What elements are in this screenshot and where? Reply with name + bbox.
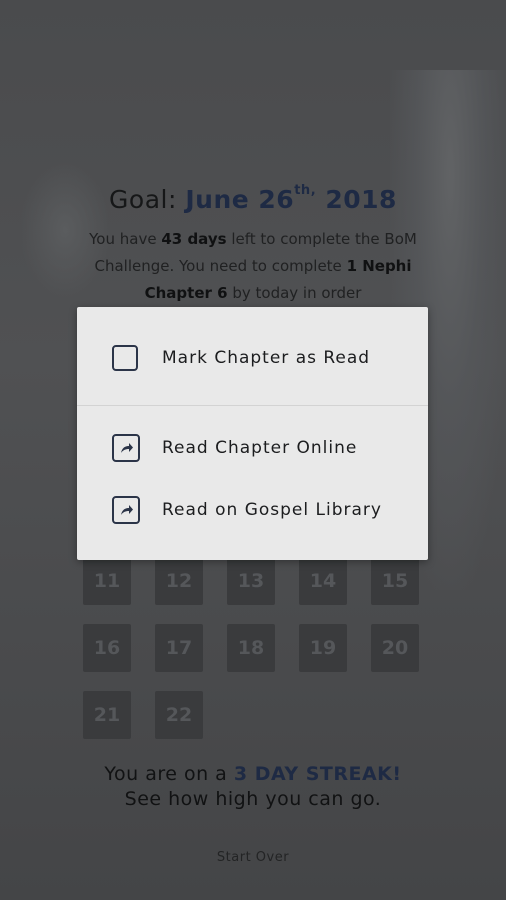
intro-part1: You have xyxy=(89,230,162,248)
days-left: 43 days xyxy=(161,230,227,248)
read-gospel-library-option[interactable]: Read on Gospel Library xyxy=(112,496,382,524)
chapter-cell[interactable]: 12 xyxy=(155,557,203,605)
chapter-cell[interactable]: 16 xyxy=(83,624,131,672)
streak-line1: You are on a 3 DAY STREAK! xyxy=(0,762,506,787)
chapter-cell[interactable]: 17 xyxy=(155,624,203,672)
chapter-cell[interactable]: 22 xyxy=(155,691,203,739)
intro-text: You have 43 days left to complete the Bo… xyxy=(70,226,436,307)
mark-chapter-read-label: Mark Chapter as Read xyxy=(162,348,371,368)
chapter-cell[interactable]: 11 xyxy=(83,557,131,605)
goal-date: June 26th, 2018 xyxy=(185,183,397,214)
read-gospel-library-label: Read on Gospel Library xyxy=(162,500,382,520)
external-link-icon xyxy=(112,496,140,524)
checkbox-empty-icon[interactable] xyxy=(112,345,138,371)
chapter-cell[interactable]: 14 xyxy=(299,557,347,605)
chapter-cell[interactable]: 13 xyxy=(227,557,275,605)
goal-heading: Goal: June 26th, 2018 xyxy=(0,183,506,214)
read-chapter-online-option[interactable]: Read Chapter Online xyxy=(112,434,357,462)
start-over-button[interactable]: Start Over xyxy=(0,850,506,865)
external-link-icon xyxy=(112,434,140,462)
chapter-options-dialog: Mark Chapter as Read Read Chapter Online… xyxy=(77,307,428,560)
streak-message: You are on a 3 DAY STREAK! See how high … xyxy=(0,762,506,812)
chapter-cell[interactable]: 19 xyxy=(299,624,347,672)
goal-year: 2018 xyxy=(316,185,397,214)
goal-day-suffix: th, xyxy=(294,183,317,198)
streak-prefix: You are on a xyxy=(104,763,234,785)
chapter-cell[interactable]: 18 xyxy=(227,624,275,672)
read-chapter-online-label: Read Chapter Online xyxy=(162,438,358,458)
chapter-cell[interactable]: 20 xyxy=(371,624,419,672)
streak-line2: See how high you can go. xyxy=(124,788,382,810)
goal-prefix: Goal: xyxy=(109,185,186,214)
chapter-cell[interactable]: 21 xyxy=(83,691,131,739)
goal-month-day: June 26 xyxy=(185,185,295,214)
streak-count: 3 DAY STREAK! xyxy=(233,763,402,785)
mark-chapter-read-option[interactable]: Mark Chapter as Read xyxy=(112,345,370,371)
intro-part3: by today in order xyxy=(227,284,362,302)
dialog-divider xyxy=(77,405,428,406)
chapter-cell[interactable]: 15 xyxy=(371,557,419,605)
